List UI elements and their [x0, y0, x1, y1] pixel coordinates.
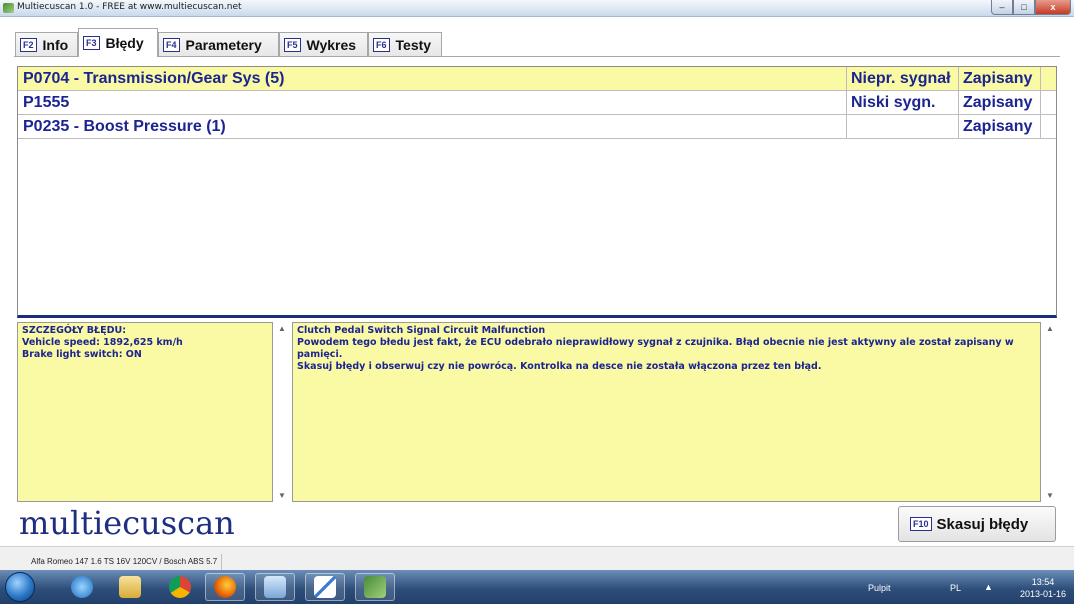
tab-label: Parametery	[185, 37, 262, 53]
tab-wykres[interactable]: F5 Wykres	[279, 32, 368, 57]
tab-label: Wykres	[306, 37, 357, 53]
tab-bledy[interactable]: F3 Błędy	[78, 28, 158, 57]
firefox-icon[interactable]	[205, 573, 245, 601]
internet-explorer-icon[interactable]	[62, 573, 102, 601]
error-code: P0235 - Boost Pressure (1)	[23, 118, 226, 135]
tab-key-badge: F3	[83, 36, 100, 50]
scroll-down-icon[interactable]: ▼	[275, 491, 289, 500]
language-indicator[interactable]: PL	[950, 583, 961, 593]
status-bar: Alfa Romeo 147 1.6 TS 16V 120CV / Bosch …	[0, 546, 1074, 570]
tab-label: Błędy	[105, 35, 144, 51]
vehicle-info: Alfa Romeo 147 1.6 TS 16V 120CV / Bosch …	[27, 554, 223, 570]
clock-date: 2013-01-16	[1019, 589, 1067, 599]
clock-time: 13:54	[1031, 577, 1055, 587]
error-signal	[846, 115, 958, 138]
description-title: Clutch Pedal Switch Signal Circuit Malfu…	[297, 325, 546, 336]
desktop-toolbar-label[interactable]: Pulpit	[868, 583, 891, 593]
file-explorer-icon[interactable]	[110, 573, 150, 601]
details-line: Vehicle speed: 1892,625 km/h	[22, 337, 183, 348]
error-code: P0704 - Transmission/Gear Sys (5)	[23, 70, 285, 87]
tab-label: Testy	[395, 37, 432, 53]
details-line: Brake light switch: ON	[22, 349, 142, 360]
details-heading: SZCZEGÓŁY BŁĘDU:	[22, 325, 126, 336]
tab-testy[interactable]: F6 Testy	[368, 32, 442, 57]
error-signal: Niski sygn.	[846, 91, 958, 114]
error-status: Zapisany	[958, 115, 1040, 138]
tab-parametery[interactable]: F4 Parametery	[158, 32, 279, 57]
multiecuscan-icon[interactable]	[355, 573, 395, 601]
clock[interactable]: 13:54 2013-01-16	[1018, 576, 1068, 600]
app-icon	[3, 3, 14, 13]
multiecuscan-logo: multiecuscan	[19, 504, 235, 542]
chrome-icon[interactable]	[160, 573, 200, 601]
error-status: Zapisany	[958, 67, 1040, 90]
error-status: Zapisany	[958, 91, 1040, 114]
clear-errors-button[interactable]: F10 Skasuj błędy	[898, 506, 1056, 542]
error-list: P0704 - Transmission/Gear Sys (5) Niepr.…	[17, 66, 1057, 318]
details-scrollbar[interactable]: ▲ ▼	[275, 322, 289, 502]
tab-key-badge: F5	[284, 38, 301, 52]
tab-key-badge: F6	[373, 38, 390, 52]
tab-key-badge: F4	[163, 38, 180, 52]
error-details-pane[interactable]: SZCZEGÓŁY BŁĘDU: Vehicle speed: 1892,625…	[17, 322, 273, 502]
description-line: Skasuj błędy i obserwuj czy nie powrócą.…	[297, 361, 822, 372]
tray-expand-icon[interactable]: ▲	[984, 582, 993, 592]
description-line: Powodem tego błedu jest fakt, że ECU ode…	[297, 337, 1014, 360]
tab-key-badge: F2	[20, 38, 37, 52]
error-signal: Niepr. sygnał	[846, 67, 958, 90]
scroll-down-icon[interactable]: ▼	[1043, 491, 1057, 500]
maximize-button[interactable]: □	[1013, 0, 1035, 15]
paint-icon[interactable]	[305, 573, 345, 601]
tab-label: Info	[42, 37, 69, 53]
minimize-button[interactable]: –	[991, 0, 1013, 15]
window-titlebar: Multiecuscan 1.0 - FREE at www.multiecus…	[0, 0, 1074, 17]
scroll-up-icon[interactable]: ▲	[275, 324, 289, 333]
error-row[interactable]: P0235 - Boost Pressure (1) Zapisany	[18, 115, 1056, 139]
button-label: Skasuj błędy	[936, 515, 1029, 533]
scroll-up-icon[interactable]: ▲	[1043, 324, 1057, 333]
tab-divider	[14, 56, 1060, 57]
error-code: P1555	[23, 94, 70, 111]
window-title: Multiecuscan 1.0 - FREE at www.multiecus…	[17, 2, 242, 12]
error-extra-cell	[1040, 67, 1056, 90]
error-row[interactable]: P0704 - Transmission/Gear Sys (5) Niepr.…	[18, 67, 1056, 91]
button-key-badge: F10	[910, 517, 932, 531]
control-panel-icon[interactable]	[255, 573, 295, 601]
error-extra-cell	[1040, 91, 1056, 114]
windows-taskbar: Pulpit PL ▲ 13:54 2013-01-16	[0, 570, 1074, 604]
description-scrollbar[interactable]: ▲ ▼	[1043, 322, 1057, 502]
close-button[interactable]: x	[1035, 0, 1071, 15]
error-row[interactable]: P1555 Niski sygn. Zapisany	[18, 91, 1056, 115]
error-extra-cell	[1040, 115, 1056, 138]
error-description-pane[interactable]: Clutch Pedal Switch Signal Circuit Malfu…	[292, 322, 1041, 502]
start-orb-icon[interactable]	[5, 572, 35, 602]
tab-info[interactable]: F2 Info	[15, 32, 78, 57]
